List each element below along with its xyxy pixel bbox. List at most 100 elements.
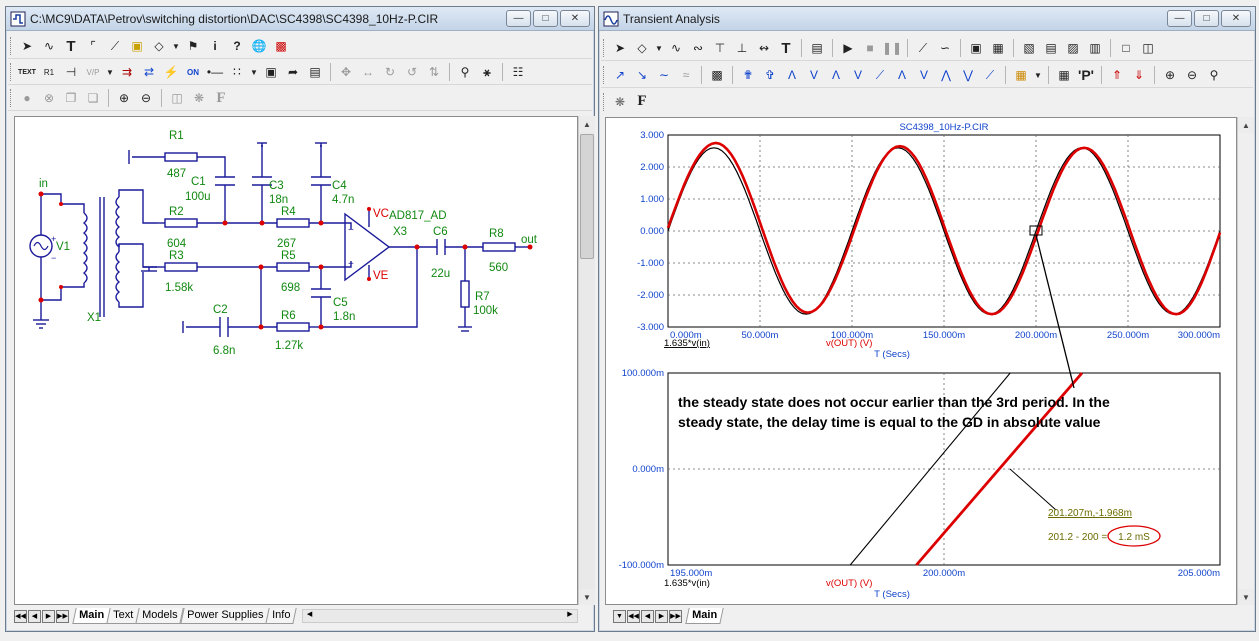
settings-icon[interactable]: ❋ [189, 88, 209, 108]
nav-prev-icon[interactable]: ◀ [641, 609, 654, 623]
help-icon[interactable]: ? [227, 36, 247, 56]
ruler-icon[interactable]: ▨ [1063, 38, 1083, 58]
p-key-icon[interactable]: 'P' [1076, 65, 1096, 85]
run-icon[interactable]: ▶ [838, 38, 858, 58]
point-mode-icon[interactable]: ∽ [935, 38, 955, 58]
zoom-box-icon[interactable]: ⚲ [1204, 65, 1224, 85]
scroll-down-arrow-icon[interactable]: ▼ [1238, 589, 1254, 605]
pin-marker-icon[interactable]: ⚡ [161, 62, 181, 82]
scroll-left-arrow-icon[interactable]: ◀ [303, 610, 317, 622]
baseline-icon[interactable]: □ [1116, 38, 1136, 58]
frame-icon[interactable]: ▣ [966, 38, 986, 58]
tab-models[interactable]: Models [135, 608, 185, 624]
settings-icon[interactable]: ❋ [610, 92, 630, 112]
cursor-mode-icon[interactable]: ▩ [707, 65, 727, 85]
dropdown-arrow-icon[interactable]: ▼ [654, 38, 664, 58]
mirror-y-icon[interactable]: ⇅ [424, 62, 444, 82]
node-numbers-icon[interactable]: R1 [39, 62, 59, 82]
plot-vertical-scrollbar[interactable]: ▲ ▼ [1237, 117, 1254, 605]
scroll-up-arrow-icon[interactable]: ▲ [579, 116, 595, 132]
font-icon[interactable]: F [211, 88, 231, 108]
nav-last-icon[interactable]: ▶▶ [56, 609, 69, 623]
title-block-icon[interactable]: ▣ [261, 62, 281, 82]
scale-icon[interactable]: ⇑ [1107, 65, 1127, 85]
select-mode-icon[interactable]: ➤ [610, 38, 630, 58]
zoom-in-icon[interactable]: ⊕ [1160, 65, 1180, 85]
high-icon[interactable]: Λ [826, 65, 846, 85]
nav-down-icon[interactable]: ▼ [613, 609, 626, 623]
next-peak-icon[interactable]: ↗ [610, 65, 630, 85]
top-icon[interactable]: ⋀ [936, 65, 956, 85]
tab-power-supplies[interactable]: Power Supplies [180, 608, 270, 624]
text-mode-icon[interactable]: T [61, 36, 81, 56]
point-tag-icon[interactable]: ∾ [688, 38, 708, 58]
next-low-icon[interactable]: ≈ [676, 65, 696, 85]
tab-main[interactable]: Main [685, 608, 724, 624]
next-high-icon[interactable]: ∼ [654, 65, 674, 85]
inflection-icon[interactable]: ⟋ [870, 65, 890, 85]
wire-mode-icon[interactable]: ∿ [39, 36, 59, 56]
nav-first-icon[interactable]: ◀◀ [14, 609, 27, 623]
performance-tag-icon[interactable]: ↭ [754, 38, 774, 58]
dropdown-arrow-icon[interactable]: ▼ [1033, 65, 1043, 85]
numeric-output-icon[interactable]: ▦ [1054, 65, 1074, 85]
nav-first-icon[interactable]: ◀◀ [627, 609, 640, 623]
minimize-button[interactable]: — [506, 10, 531, 27]
zoom-out-icon[interactable]: ⊖ [1182, 65, 1202, 85]
flag-icon[interactable]: ⚑ [183, 36, 203, 56]
power-flow-icon[interactable]: ⇄ [139, 62, 159, 82]
plot-area[interactable]: SC4398_10Hz-P.CIR 3.000 2.000 1.000 0.000 -1… [605, 117, 1237, 605]
global-low-icon[interactable]: V [914, 65, 934, 85]
zoom-in-icon[interactable]: ⊕ [114, 88, 134, 108]
cursor-left-icon[interactable]: ✟ [738, 65, 758, 85]
close-button[interactable]: ✕ [1221, 10, 1251, 27]
maximize-button[interactable]: □ [1194, 10, 1219, 27]
library-icon[interactable]: ▦ [1011, 65, 1031, 85]
minor-grid-icon[interactable]: ▧ [1019, 38, 1039, 58]
scroll-right-arrow-icon[interactable]: ▶ [563, 610, 577, 622]
pause-icon[interactable]: ❚❚ [882, 38, 902, 58]
junction-icon[interactable]: •— [205, 62, 225, 82]
graphics-mode-icon[interactable]: ◇ [632, 38, 652, 58]
paste-icon[interactable]: ❏ [83, 88, 103, 108]
info-icon[interactable]: i [205, 36, 225, 56]
camera-icon[interactable]: ◫ [167, 88, 187, 108]
graphics-mode-icon[interactable]: ◇ [149, 36, 169, 56]
current-flow-icon[interactable]: ⇉ [117, 62, 137, 82]
grid-icon[interactable]: ▦ [988, 38, 1008, 58]
select-mode-icon[interactable]: ➤ [17, 36, 37, 56]
schematic-vertical-scrollbar[interactable]: ▲ ▼ [578, 116, 595, 605]
scroll-thumb[interactable] [580, 134, 594, 259]
horizontal-tag-icon[interactable]: ⊤ [710, 38, 730, 58]
nav-next-icon[interactable]: ▶ [655, 609, 668, 623]
nav-prev-icon[interactable]: ◀ [28, 609, 41, 623]
find-icon[interactable]: ⚲ [455, 62, 475, 82]
page-icon[interactable]: ☷ [508, 62, 528, 82]
tab-main[interactable]: Main [72, 608, 111, 624]
cursor-probe-icon[interactable]: ➦ [283, 62, 303, 82]
stop-icon[interactable]: ● [17, 88, 37, 108]
schematic-titlebar[interactable]: C:\MC9\DATA\Petrov\switching distortion\… [6, 7, 594, 31]
globe-icon[interactable]: 🌐 [249, 36, 269, 56]
properties-icon[interactable]: ▤ [807, 38, 827, 58]
bottom-icon[interactable]: ⋁ [958, 65, 978, 85]
dropdown-arrow-icon[interactable]: ▼ [249, 62, 259, 82]
zoom-out-icon[interactable]: ⊖ [136, 88, 156, 108]
tag-mode-icon[interactable]: ∿ [666, 38, 686, 58]
color-palette-icon[interactable]: ▩ [271, 36, 291, 56]
low-icon[interactable]: V [848, 65, 868, 85]
nav-last-icon[interactable]: ▶▶ [669, 609, 682, 623]
peak-icon[interactable]: Λ [782, 65, 802, 85]
grid-icon[interactable]: ∷ [227, 62, 247, 82]
scroll-up-arrow-icon[interactable]: ▲ [1238, 117, 1254, 133]
vertical-tag-icon[interactable]: ⊥ [732, 38, 752, 58]
line-mode-icon[interactable]: ⟋ [913, 38, 933, 58]
nav-next-icon[interactable]: ▶ [42, 609, 55, 623]
diagonal-wire-icon[interactable]: ⟋ [105, 36, 125, 56]
binoculars-icon[interactable]: ⚹ [477, 62, 497, 82]
properties-icon[interactable]: ▤ [305, 62, 325, 82]
auto-scale-icon[interactable]: ⇓ [1129, 65, 1149, 85]
global-high-icon[interactable]: Λ [892, 65, 912, 85]
schematic-canvas[interactable]: − + + − in V1 X1 R1 487 C1 100u R2 604 R… [14, 116, 578, 605]
scroll-down-arrow-icon[interactable]: ▼ [579, 589, 595, 605]
